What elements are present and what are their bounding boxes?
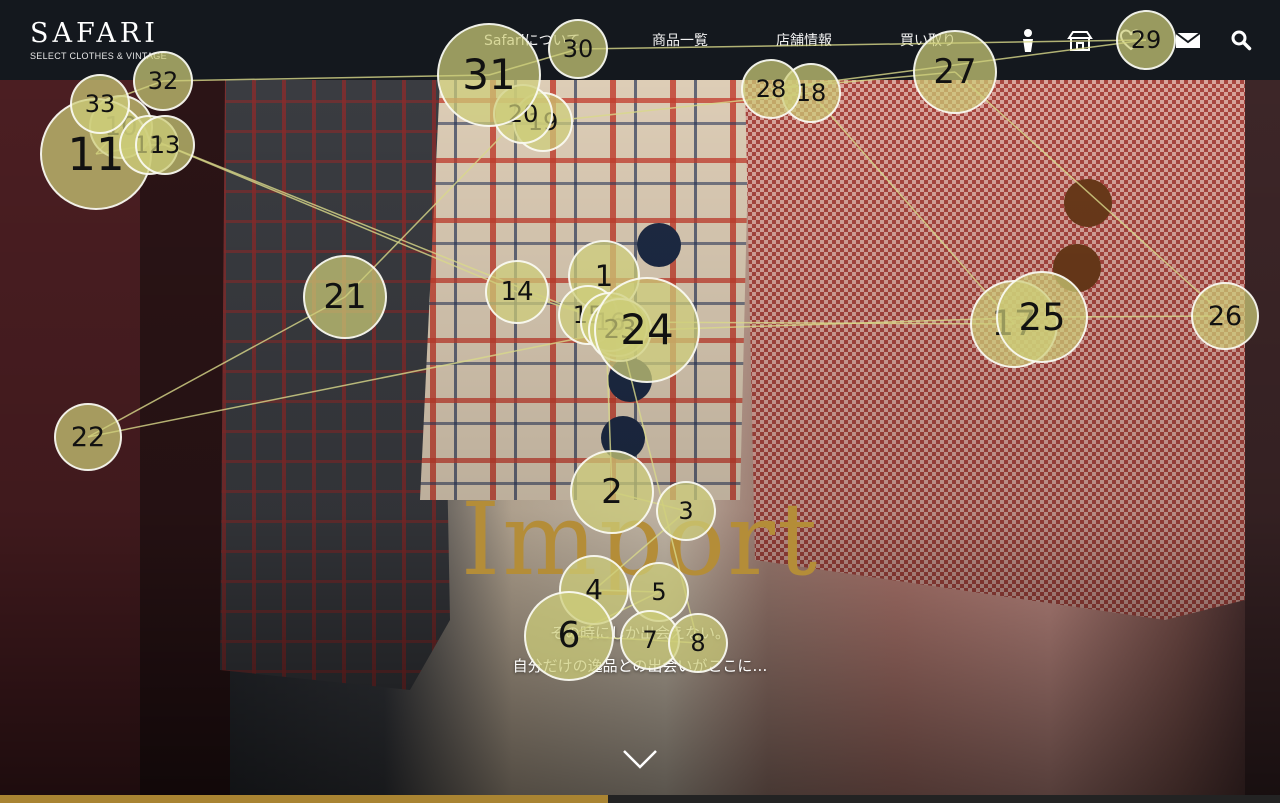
site-header: SAFARI SELECT CLOTHES & VINTAGE Safariにつ… — [0, 0, 1280, 80]
slide-progress-fill — [0, 795, 608, 803]
hero-background-image — [0, 80, 1280, 795]
hero-tagline-1: その時にしか出会えない。 — [549, 624, 730, 642]
slide-progress-bar — [0, 795, 1280, 803]
hero-section: Import その時にしか出会えない。 自分だけの逸品との出会いがここに… — [0, 80, 1280, 795]
chevron-down-icon[interactable] — [620, 745, 660, 775]
logo-subtitle: SELECT CLOTHES & VINTAGE — [30, 51, 167, 61]
hero-tagline-2: 自分だけの逸品との出会いがここに… — [512, 657, 768, 675]
nav-products[interactable]: 商品一覧 — [652, 30, 708, 50]
mail-icon[interactable] — [1174, 26, 1202, 54]
hero-title: Import — [460, 481, 820, 598]
nav-buyback[interactable]: 買い取り — [900, 30, 956, 50]
nav-store-info[interactable]: 店舗情報 — [776, 30, 832, 50]
store-icon[interactable] — [1066, 26, 1094, 54]
nav-about[interactable]: Safariについて — [484, 30, 580, 50]
account-icon[interactable] — [1014, 26, 1042, 54]
favorite-icon[interactable] — [1117, 26, 1145, 54]
search-icon[interactable] — [1227, 26, 1255, 54]
